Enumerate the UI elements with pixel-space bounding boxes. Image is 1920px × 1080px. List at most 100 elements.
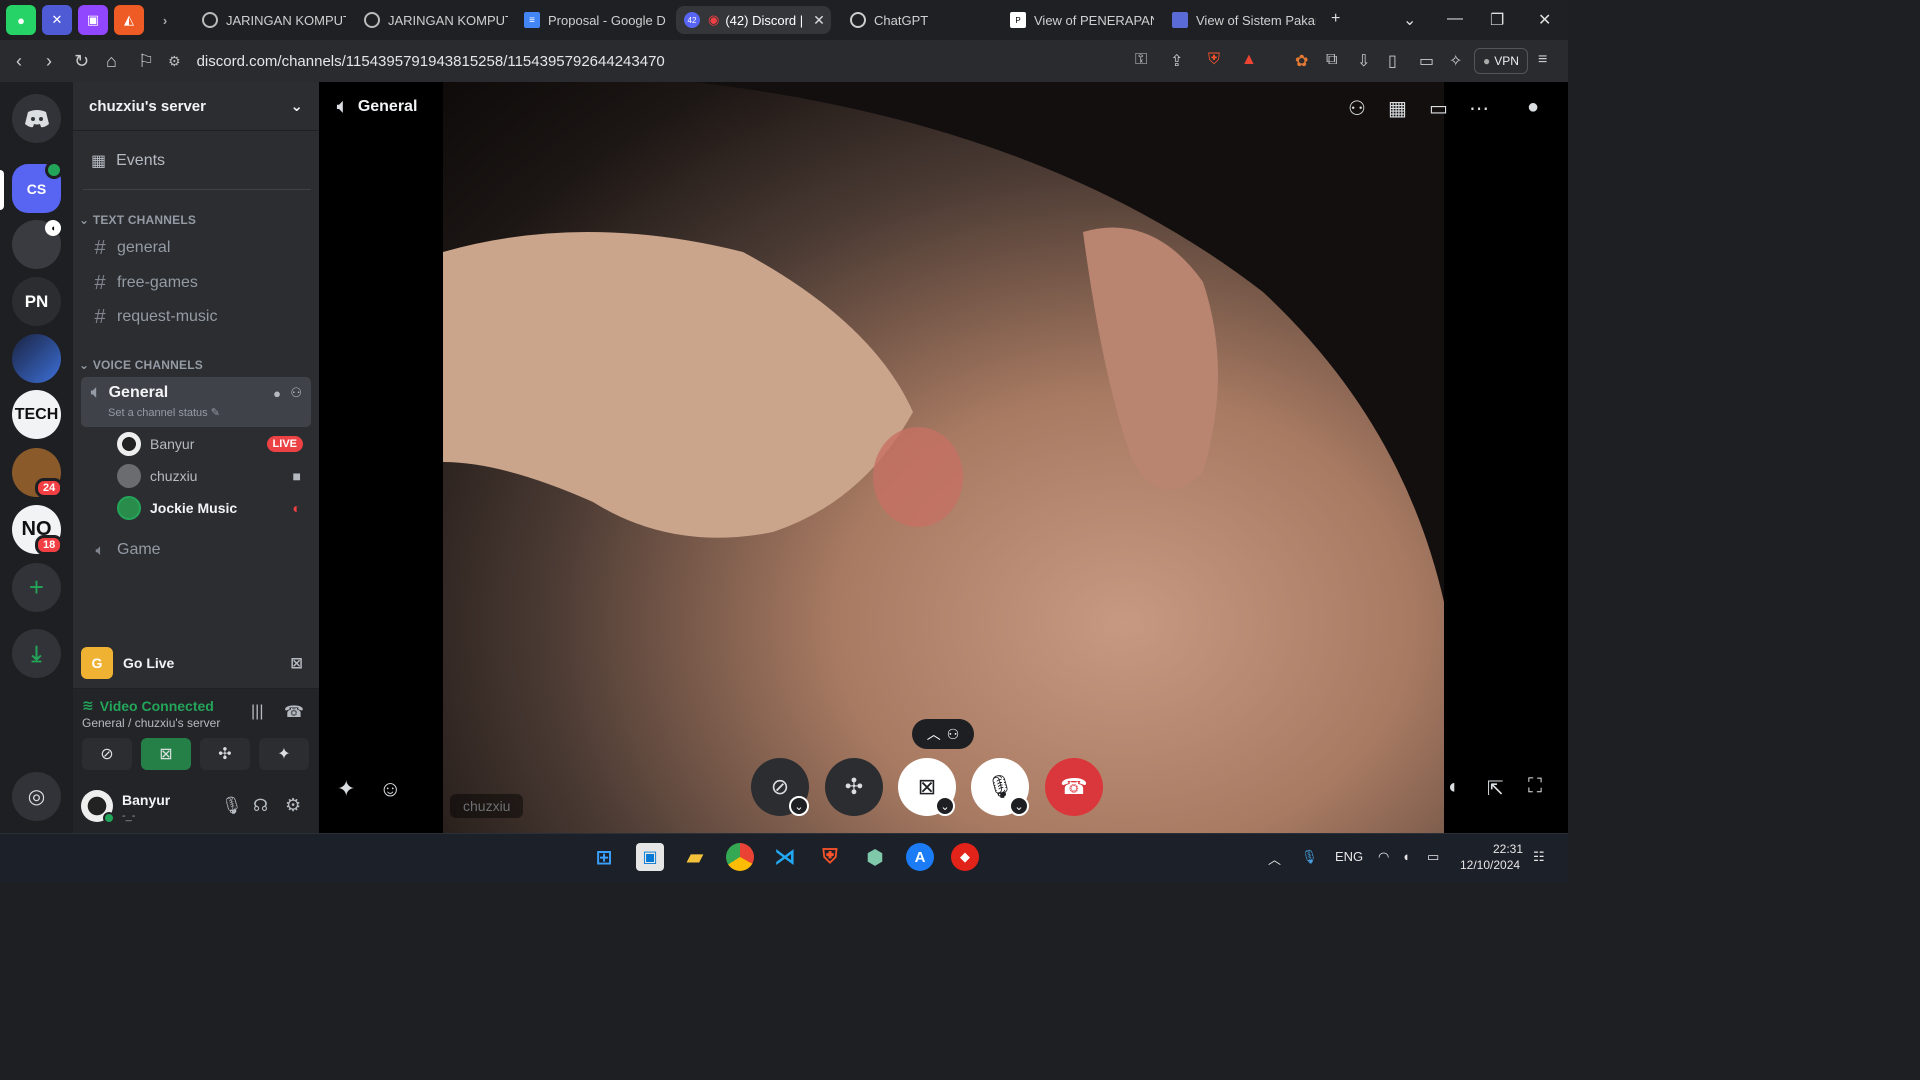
more-tabs-icon[interactable]: › (150, 5, 180, 35)
language-indicator[interactable]: ENG (1335, 849, 1363, 864)
chevron-up-icon[interactable]: ︿ (1268, 849, 1281, 868)
vscode-icon[interactable]: ⋊ (771, 843, 799, 871)
chevron-down-icon[interactable]: ⌄ (1009, 796, 1029, 816)
tab-jaringan-2[interactable]: JARINGAN KOMPUT (356, 6, 508, 34)
share-icon[interactable]: ⇪ (1170, 51, 1183, 71)
voice-channel-general[interactable]: 🔈︎ General Set a channel status ✎ ● ⚇ (81, 377, 311, 427)
download-apps-icon[interactable]: ⤓ (12, 629, 61, 678)
fullscreen-icon[interactable]: ⛶ (1528, 775, 1542, 798)
events-link[interactable]: ▦ Events (83, 144, 165, 178)
volume-icon[interactable]: ◖ (1402, 849, 1410, 864)
soundboard-button[interactable]: ✦ (259, 738, 309, 770)
back-icon[interactable]: ‹ (16, 51, 22, 72)
channel-general[interactable]: # general (83, 232, 311, 264)
tab-penerapan[interactable]: P View of PENERAPAN (1002, 6, 1154, 34)
key-icon[interactable]: ⚿ (1135, 51, 1147, 69)
more-options-icon[interactable]: ⋯ (1469, 96, 1489, 121)
channel-status[interactable]: Set a channel status ✎ (108, 406, 220, 419)
category-text-channels[interactable]: ⌄ TEXT CHANNELS (79, 213, 196, 227)
server-pn[interactable]: PN (12, 277, 61, 326)
twitch-icon[interactable]: ▣ (78, 5, 108, 35)
microphone-icon[interactable]: 🎙︎ (221, 796, 243, 816)
minimize-icon[interactable]: — (1447, 10, 1463, 28)
file-explorer-icon[interactable]: ▰ (681, 843, 709, 871)
camera-toggle-button[interactable]: ⊘ (82, 738, 132, 770)
wallet-icon[interactable]: ▭ (1419, 51, 1434, 71)
extensions-icon[interactable]: ⧉ (1326, 51, 1337, 69)
site-info-icon[interactable]: ⚙ (168, 53, 181, 70)
vpn-button[interactable]: ● VPN (1474, 48, 1528, 74)
voice-member-banyur[interactable]: Banyur LIVE (117, 429, 311, 459)
channel-free-games[interactable]: # free-games (83, 267, 311, 299)
chevron-down-icon[interactable]: ⌄ (789, 796, 809, 816)
signal-icon[interactable]: ≋ (82, 697, 94, 714)
screen-share-stop-icon[interactable]: ⊠ (290, 654, 303, 672)
popout-icon[interactable]: ▭ (1429, 96, 1448, 121)
tab-discord[interactable]: 42 ◉ (42) Discord | ✕ (676, 6, 831, 34)
add-people-icon[interactable]: ⚇ (1348, 96, 1366, 121)
sidebar-icon[interactable]: ▯ (1388, 51, 1397, 71)
voice-channel-game[interactable]: 🔈︎ Game (83, 534, 311, 566)
server-4[interactable] (12, 334, 61, 383)
volume-icon[interactable]: ◖ (1446, 776, 1458, 799)
emoji-icon[interactable]: ☺ (379, 776, 401, 802)
gear-icon[interactable]: ⚙ (285, 795, 301, 816)
invite-member-icon[interactable]: ⚇ (290, 385, 302, 401)
cookie-extension-icon[interactable]: ✿ (1295, 51, 1308, 71)
voice-location[interactable]: General / chuzxiu's server (82, 716, 220, 730)
go-live-banner[interactable]: G Go Live ⊠ (81, 642, 311, 684)
clock-date[interactable]: 12/10/2024 (1460, 858, 1520, 872)
expand-participants-button[interactable]: ︿ ⚇ (912, 719, 974, 749)
download-icon[interactable]: ⇩ (1357, 51, 1370, 71)
teams-icon[interactable]: ✕ (42, 5, 72, 35)
chevron-down-icon[interactable]: ⌄ (935, 796, 955, 816)
tab-sistem-pakar[interactable]: View of Sistem Pakar (1164, 6, 1316, 34)
microsoft-store-icon[interactable]: ▣ (636, 843, 664, 871)
tab-search-icon[interactable]: ⌄ (1403, 10, 1416, 30)
discover-icon[interactable]: ◎ (12, 772, 61, 821)
tab-chatgpt[interactable]: ChatGPT (842, 6, 994, 34)
server-header[interactable]: chuzxiu's server ⌄ (73, 82, 319, 131)
soundboard-icon[interactable]: ✦ (337, 776, 355, 802)
chat-icon[interactable]: ● (1527, 96, 1539, 119)
microphone-in-use-icon[interactable]: 🎙︎ (1301, 849, 1318, 865)
anydesk-icon[interactable]: ◆ (951, 843, 979, 871)
category-voice-channels[interactable]: ⌄ VOICE CHANNELS (79, 358, 203, 372)
tab-jaringan-1[interactable]: JARINGAN KOMPUT (194, 6, 346, 34)
channel-request-music[interactable]: # request-music (83, 301, 311, 333)
activities-button[interactable]: ✣ (200, 738, 250, 770)
brave-rewards-icon[interactable]: ▲ (1241, 51, 1257, 69)
url-field[interactable]: ⚙ discord.com/channels/11543957919438152… (168, 46, 1268, 76)
close-tab-icon[interactable]: ✕ (813, 12, 825, 29)
brave-shield-icon[interactable]: ⛨ (1208, 51, 1220, 69)
new-tab-icon[interactable]: + (1331, 10, 1340, 28)
server-tech[interactable]: TECH (12, 390, 61, 439)
chat-bubble-icon[interactable]: ● (273, 386, 281, 401)
disconnect-button[interactable]: ☎ (1045, 758, 1103, 816)
discord-home-icon[interactable] (12, 94, 61, 143)
postman-icon[interactable]: ◭ (114, 5, 144, 35)
whatsapp-icon[interactable]: ● (6, 5, 36, 35)
popout-window-icon[interactable]: ⇱ (1487, 776, 1504, 801)
noise-suppression-icon[interactable]: ||| (251, 703, 263, 721)
notifications-icon[interactable]: ☷ (1533, 849, 1545, 865)
disconnect-icon[interactable]: ☎ (284, 702, 304, 722)
restore-icon[interactable]: ❐ (1490, 10, 1504, 30)
activities-button[interactable]: ✣ (825, 758, 883, 816)
forward-icon[interactable]: › (46, 51, 52, 72)
bookmark-icon[interactable]: ⚐ (138, 51, 154, 72)
brave-icon[interactable]: ⛨ (816, 843, 844, 871)
battery-icon[interactable]: ▭ (1427, 849, 1439, 865)
voice-member-chuzxiu[interactable]: chuzxiu ■ (117, 461, 311, 491)
reload-icon[interactable]: ↻ (74, 51, 89, 72)
close-window-icon[interactable]: ✕ (1538, 10, 1551, 30)
chrome-icon[interactable] (726, 843, 754, 871)
voice-member-jockie-music[interactable]: Jockie Music ◐ (117, 493, 311, 523)
screen-share-button[interactable]: ⊠ (141, 738, 191, 770)
wifi-icon[interactable]: ◠ (1378, 849, 1389, 865)
app-hexagon-icon[interactable]: ⬢ (861, 843, 889, 871)
home-icon[interactable]: ⌂ (106, 51, 117, 72)
clock-time[interactable]: 22:31 (1493, 842, 1523, 856)
app-store-icon[interactable]: A (906, 843, 934, 871)
windows-start-icon[interactable]: ⊞ (590, 843, 618, 871)
